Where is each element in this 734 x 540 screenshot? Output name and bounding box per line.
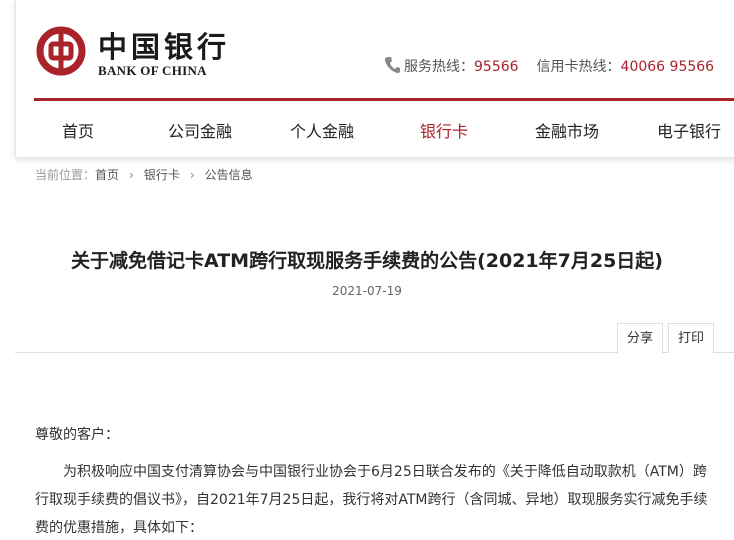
chevron-right-icon: › [129,168,134,182]
breadcrumb-home[interactable]: 首页 [95,168,119,182]
bank-logo-icon[interactable] [36,26,86,76]
nav-home[interactable]: 首页 [62,118,94,142]
header-divider [34,98,734,101]
article-title: 关于减免借记卡ATM跨行取现服务手续费的公告(2021年7月25日起) [70,250,663,272]
logo-english-name[interactable]: BANK OF CHINA [98,63,207,79]
main-nav: 首页 公司金融 个人金融 银行卡 金融市场 电子银行 [16,118,734,142]
nav-personal-banking[interactable]: 个人金融 [290,118,354,142]
breadcrumb-bank-card[interactable]: 银行卡 [144,168,180,182]
nav-financial-markets[interactable]: 金融市场 [535,118,599,142]
breadcrumb-label: 当前位置： [35,168,96,182]
article-greeting: 尊敬的客户： [35,427,119,443]
breadcrumb: 当前位置：首页 › 银行卡 › 公告信息 [35,166,253,183]
service-hotline-number: 95566 [474,59,519,75]
logo-chinese-name[interactable]: 中国银行 [98,24,230,66]
nav-bank-card[interactable]: 银行卡 [420,118,468,142]
print-button[interactable]: 打印 [668,323,714,353]
card-hotline-label: 信用卡热线： [536,59,621,75]
article-body: 尊敬的客户： 为积极响应中国支付清算协会与中国银行业协会于6月25日联合发布的《… [35,426,720,540]
nav-e-banking[interactable]: 电子银行 [657,118,721,142]
article-paragraph: 为积极响应中国支付清算协会与中国银行业协会于6月25日联合发布的《关于降低自动取… [35,464,708,536]
card-hotline-number: 40066 95566 [620,59,715,75]
service-hotline-label: 服务热线： [404,59,474,75]
chevron-right-icon: › [189,168,195,182]
hotlines: 服务热线：95566 信用卡热线：40066 95566 [384,56,714,76]
phone-icon [384,57,400,74]
breadcrumb-announcements[interactable]: 公告信息 [205,168,253,182]
nav-corporate-banking[interactable]: 公司金融 [168,118,232,142]
article-date: 2021-07-19 [332,284,402,298]
share-button[interactable]: 分享 [617,323,663,353]
site-header: 中国银行 BANK OF CHINA 服务热线：95566 信用卡热线：40066… [15,0,734,158]
